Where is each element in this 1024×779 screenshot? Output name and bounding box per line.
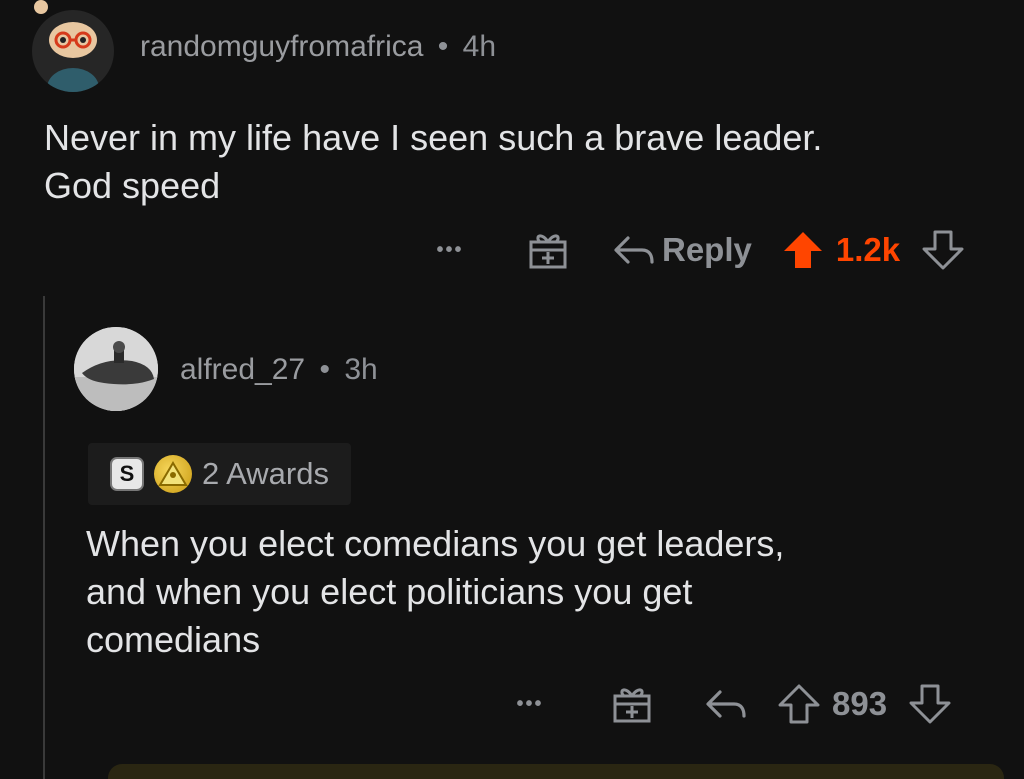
upvote-arrow-icon bbox=[783, 232, 822, 268]
thread-line[interactable] bbox=[43, 296, 45, 779]
gift-icon bbox=[613, 688, 651, 723]
reply-arrow-icon bbox=[614, 236, 654, 264]
gift-icon bbox=[529, 234, 567, 269]
avatar-randomguyfromafrica[interactable] bbox=[32, 10, 114, 92]
downvote-arrow-icon bbox=[922, 230, 964, 270]
username-link[interactable]: alfred_27 bbox=[180, 353, 305, 386]
comment-meta: alfred_27 • 3h bbox=[180, 353, 378, 387]
comment-actions: ••• Reply 1.2k bbox=[420, 222, 964, 278]
comment-body: Never in my life have I seen such a brav… bbox=[44, 114, 822, 210]
comment-line: God speed bbox=[44, 165, 221, 206]
comment-body: When you elect comedians you get leaders… bbox=[86, 520, 784, 664]
comment-line: When you elect comedians you get leaders… bbox=[86, 523, 785, 564]
reply-arrow-icon bbox=[706, 690, 746, 718]
username-link[interactable]: randomguyfromafrica bbox=[140, 30, 423, 63]
give-award-button[interactable] bbox=[612, 684, 652, 724]
downvote-button[interactable] bbox=[909, 684, 951, 724]
give-award-button[interactable] bbox=[528, 230, 568, 270]
next-comment-preview bbox=[108, 764, 1004, 779]
reply-label: Reply bbox=[662, 231, 752, 268]
downvote-button[interactable] bbox=[922, 230, 964, 270]
pyramid-award-icon bbox=[158, 461, 188, 486]
comment-actions: ••• 893 bbox=[500, 676, 951, 732]
comment-meta: randomguyfromafrica • 4h bbox=[140, 30, 496, 64]
comment-line: Never in my life have I seen such a brav… bbox=[44, 117, 823, 158]
vote-score: 1.2k bbox=[835, 231, 901, 268]
silver-award-icon: S bbox=[110, 457, 144, 491]
upvote-button[interactable] bbox=[782, 230, 824, 270]
avatar-antenna-icon bbox=[34, 0, 48, 14]
avatar-alfred-27[interactable] bbox=[74, 327, 158, 411]
comment-line: comedians bbox=[86, 619, 261, 660]
downvote-arrow-icon bbox=[909, 684, 951, 724]
vote-score: 893 bbox=[832, 685, 888, 722]
reply-button[interactable]: Reply bbox=[612, 231, 752, 269]
upvote-button[interactable] bbox=[778, 684, 820, 724]
gold-award-icon bbox=[154, 455, 192, 493]
meta-separator: • bbox=[319, 353, 330, 386]
comment-line: and when you elect politicians you get bbox=[86, 571, 693, 612]
meta-separator: • bbox=[437, 30, 449, 63]
upvote-arrow-icon bbox=[778, 684, 820, 724]
comment-timestamp: 4h bbox=[462, 30, 497, 63]
comment-timestamp: 3h bbox=[344, 353, 378, 386]
more-options-button[interactable]: ••• bbox=[500, 693, 560, 716]
reply-button[interactable] bbox=[704, 686, 748, 722]
awards-badge[interactable]: S 2 Awards bbox=[88, 443, 351, 505]
snoo-avatar-icon bbox=[47, 22, 99, 92]
awards-count-label: 2 Awards bbox=[202, 456, 329, 491]
gamepad-photo-icon bbox=[74, 327, 158, 411]
more-options-button[interactable]: ••• bbox=[420, 239, 480, 262]
